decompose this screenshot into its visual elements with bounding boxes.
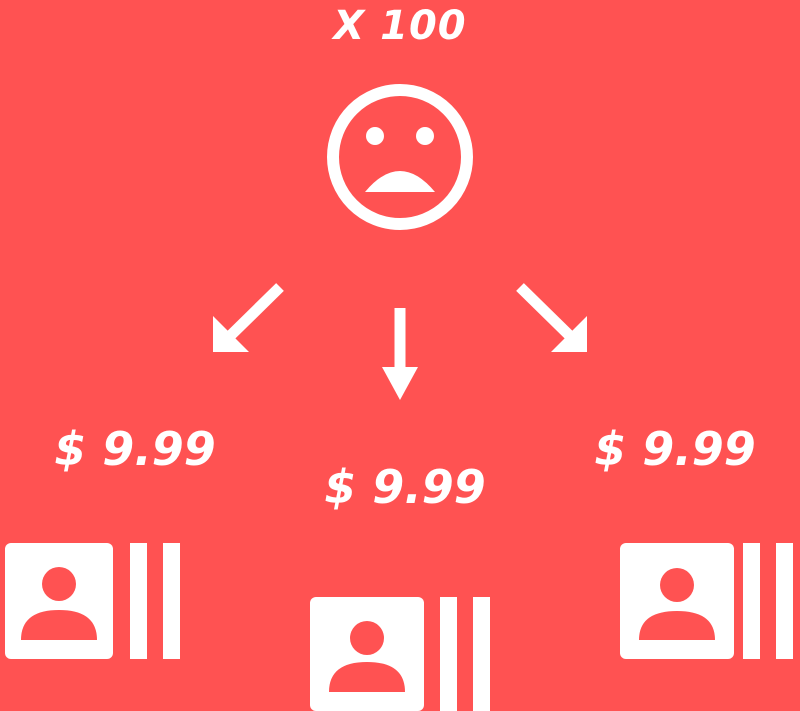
product-card-left-icon <box>5 543 180 659</box>
arrow-down-left-icon <box>213 283 284 352</box>
price-label-left: $ 9.99 <box>54 422 216 476</box>
product-card-right-icon <box>620 543 793 659</box>
diagram-canvas: X 100 $ 9.99 $ 9.99 $ 9.99 <box>0 0 800 711</box>
diagram-graphics <box>5 84 793 711</box>
price-label-right: $ 9.99 <box>594 422 756 476</box>
arrow-down-right-icon <box>516 283 587 352</box>
price-label-center: $ 9.99 <box>324 460 486 514</box>
arrow-down-icon <box>382 308 418 400</box>
product-card-center-icon <box>310 597 490 711</box>
sad-face-icon <box>327 84 473 230</box>
